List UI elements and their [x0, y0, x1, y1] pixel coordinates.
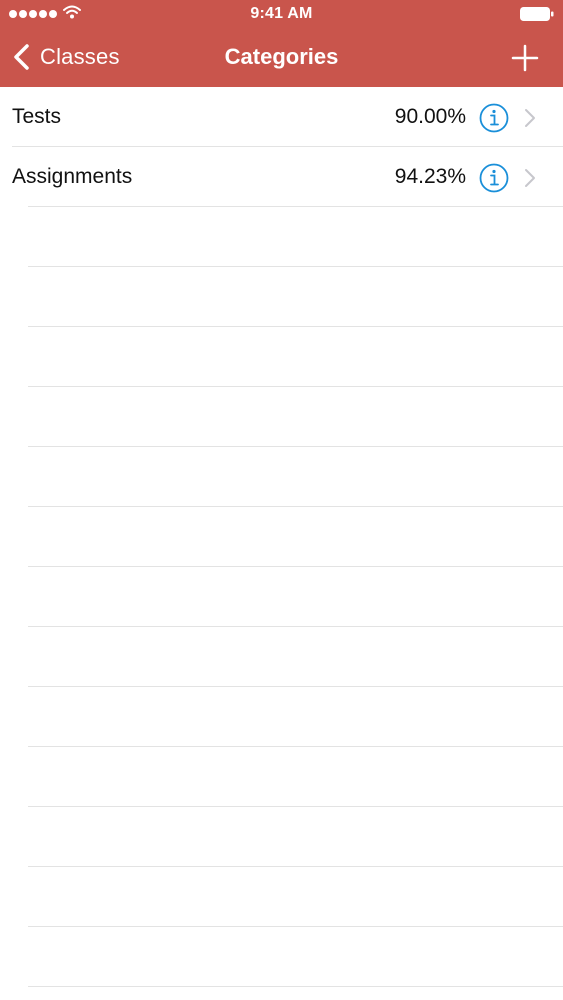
empty-row [28, 387, 563, 447]
battery-icon [520, 7, 554, 21]
empty-row [28, 927, 563, 987]
category-list: Tests 90.00% Assignments 94.23% [0, 87, 563, 987]
header: 9:41 AM Classes Categories [0, 0, 563, 87]
category-row-assignments[interactable]: Assignments 94.23% [0, 147, 563, 207]
empty-row [28, 867, 563, 927]
empty-row [28, 567, 563, 627]
empty-row [28, 747, 563, 807]
empty-row [28, 627, 563, 687]
category-name: Tests [12, 105, 62, 128]
add-button[interactable] [509, 42, 541, 74]
empty-row [28, 207, 563, 267]
status-time: 9:41 AM [250, 5, 313, 22]
page-title: Categories [224, 44, 339, 69]
empty-row [28, 267, 563, 327]
nav-bar: Classes Categories [0, 28, 563, 87]
empty-row [28, 687, 563, 747]
category-percent: 90.00% [394, 105, 466, 128]
category-name: Assignments [12, 165, 133, 188]
status-bar: 9:41 AM [0, 0, 563, 28]
chevron-right-icon [525, 109, 535, 127]
chevron-right-icon [525, 169, 535, 187]
empty-row [28, 807, 563, 867]
info-circle-icon[interactable] [479, 103, 509, 133]
empty-row [28, 507, 563, 567]
empty-row [28, 447, 563, 507]
info-circle-icon[interactable] [479, 163, 509, 193]
category-percent: 94.23% [394, 165, 466, 188]
category-row-tests[interactable]: Tests 90.00% [0, 87, 563, 147]
plus-icon [511, 44, 539, 72]
empty-row [28, 327, 563, 387]
